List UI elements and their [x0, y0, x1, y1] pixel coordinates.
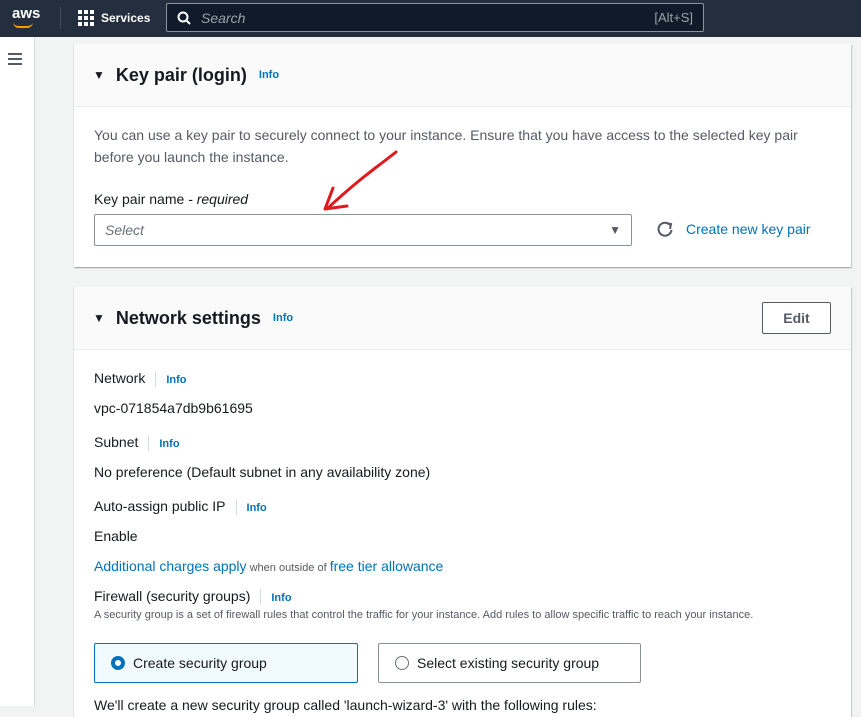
info-link[interactable]: Info: [247, 502, 267, 514]
charges-note: Additional charges apply when outside of…: [94, 558, 443, 574]
create-key-pair-text: Create new key pair: [686, 221, 811, 237]
free-tier-link[interactable]: free tier allowance: [330, 558, 444, 574]
refresh-icon[interactable]: [656, 220, 674, 238]
info-link[interactable]: Info: [273, 312, 293, 324]
key-pair-description: You can use a key pair to securely conne…: [94, 127, 798, 165]
search-placeholder: Search: [201, 9, 246, 26]
panel-title: Network settings: [115, 307, 261, 328]
search-input[interactable]: Search [Alt+S]: [166, 3, 704, 32]
key-pair-label: Key pair name - required: [94, 191, 248, 207]
label-text: Key pair name: [94, 191, 185, 207]
required-text: - required: [184, 191, 249, 207]
top-nav-bar: aws Services Search [Alt+S]: [0, 0, 861, 37]
select-existing-security-group-radio[interactable]: Select existing security group: [378, 643, 641, 683]
key-pair-header[interactable]: ▼ Key pair (login) Info: [74, 44, 851, 107]
label-text: Auto-assign public IP: [94, 498, 226, 514]
create-security-group-radio[interactable]: Create security group: [94, 643, 358, 683]
select-placeholder: Select: [105, 222, 144, 238]
info-link[interactable]: Info: [259, 69, 279, 81]
aws-logo[interactable]: aws: [12, 5, 40, 22]
subnet-value: No preference (Default subnet in any ava…: [94, 464, 431, 480]
label-text: Network: [94, 370, 146, 386]
network-settings-panel: ▼ Network settings Info Edit Network Info…: [74, 287, 851, 717]
radio-label: Create security group: [133, 655, 267, 671]
search-shortcut: [Alt+S]: [654, 10, 693, 25]
label-text: Subnet: [94, 434, 139, 450]
divider: [60, 7, 61, 29]
additional-charges-link[interactable]: Additional charges apply: [94, 558, 247, 574]
panel-title: Key pair (login): [115, 64, 247, 85]
services-label: Services: [101, 11, 151, 25]
caret-down-icon[interactable]: ▼: [93, 68, 105, 82]
key-pair-panel: ▼ Key pair (login) Info You can use a ke…: [74, 44, 851, 267]
label-text: Firewall (security groups): [94, 588, 251, 604]
network-value: vpc-071854a7db9b61695: [94, 400, 253, 416]
edit-button[interactable]: Edit: [762, 302, 831, 334]
radio-selected-icon: [111, 656, 125, 670]
menu-icon[interactable]: [8, 53, 22, 68]
radio-label: Select existing security group: [417, 655, 600, 671]
search-icon: [177, 11, 191, 25]
create-key-pair-link[interactable]: Create new key pair: [656, 220, 811, 238]
info-link[interactable]: Info: [159, 438, 179, 450]
charges-text: when outside of: [246, 562, 330, 574]
firewall-label: Firewall (security groups) Info: [94, 588, 292, 606]
network-label: Network Info: [94, 370, 187, 388]
services-menu-button[interactable]: Services: [78, 10, 150, 26]
grid-icon: [78, 10, 94, 26]
subnet-label: Subnet Info: [94, 434, 180, 452]
caret-down-icon: ▼: [609, 223, 621, 237]
radio-unselected-icon: [395, 656, 409, 670]
public-ip-value: Enable: [94, 528, 138, 544]
info-link[interactable]: Info: [166, 374, 186, 386]
key-pair-select[interactable]: Select ▼: [94, 214, 632, 246]
network-header[interactable]: ▼ Network settings Info: [74, 287, 851, 350]
public-ip-label: Auto-assign public IP Info: [94, 498, 267, 516]
side-nav: [0, 37, 35, 706]
aws-smile-icon: [13, 22, 33, 28]
caret-down-icon[interactable]: ▼: [93, 311, 105, 325]
firewall-description: A security group is a set of firewall ru…: [94, 609, 754, 621]
security-group-note: We'll create a new security group called…: [94, 697, 597, 713]
info-link[interactable]: Info: [271, 592, 291, 604]
